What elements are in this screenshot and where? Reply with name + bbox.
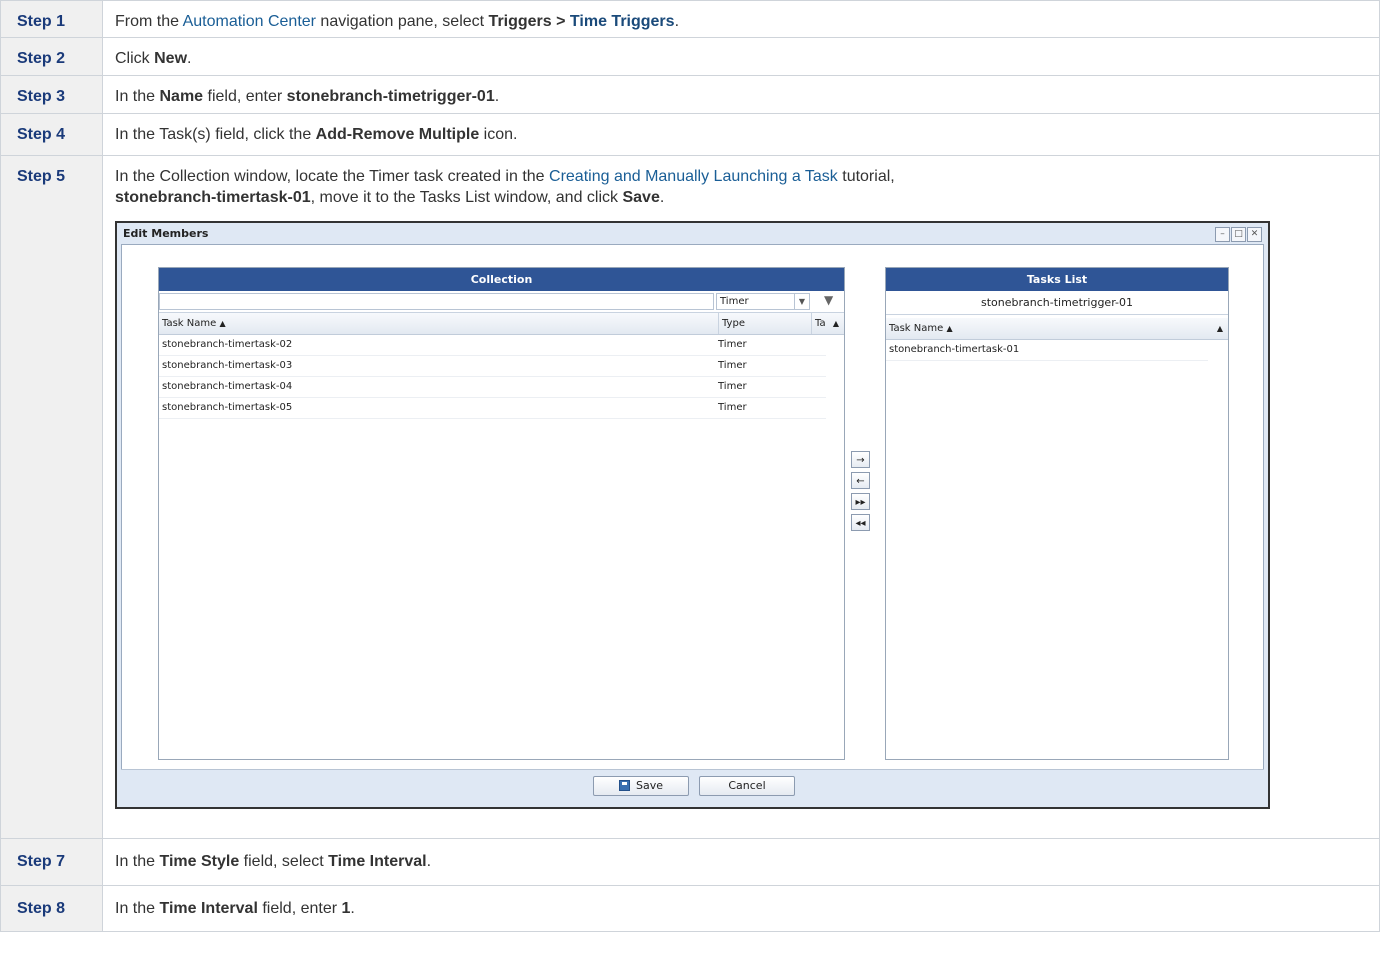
collection-column-header: Task Name ▲ Type Ta ▲ bbox=[159, 313, 844, 335]
type-filter-value: Timer bbox=[720, 296, 749, 307]
move-right-button[interactable]: → bbox=[851, 451, 870, 468]
minimize-icon[interactable]: – bbox=[1215, 227, 1230, 242]
tasks-list-header: Tasks List bbox=[886, 268, 1228, 291]
move-all-right-button[interactable]: ▸▸ bbox=[851, 493, 870, 510]
table-row[interactable]: stonebranch-timertask-02 Timer bbox=[159, 335, 826, 356]
tasks-column-header: Task Name ▲ ▲ bbox=[886, 318, 1228, 340]
trigger-name-label: stonebranch-timetrigger-01 bbox=[886, 291, 1228, 315]
column-task-name[interactable]: Task Name ▲ bbox=[889, 318, 953, 339]
sort-asc-icon: ▲ bbox=[946, 324, 953, 333]
step-row: Step 2 Click New. bbox=[0, 37, 1380, 76]
maximize-icon[interactable]: □ bbox=[1231, 227, 1246, 242]
dialog-body: Collection Timer ▼ ▼ Task Name ▲ Type Ta … bbox=[121, 244, 1264, 786]
column-type[interactable]: Type bbox=[718, 313, 812, 334]
step-row: Step 3 In the Name field, enter stonebra… bbox=[0, 75, 1380, 114]
window-controls: – □ ✕ bbox=[1215, 227, 1262, 242]
step-text: In the Time Style field, select Time Int… bbox=[102, 838, 1380, 886]
step-label: Step 5 bbox=[0, 155, 103, 839]
step-row: Step 1 From the Automation Center naviga… bbox=[0, 0, 1380, 38]
step-row: Step 4 In the Task(s) field, click the A… bbox=[0, 113, 1380, 156]
save-button[interactable]: Save bbox=[593, 776, 689, 796]
table-row[interactable]: stonebranch-timertask-03 Timer bbox=[159, 356, 826, 377]
table-row[interactable]: stonebranch-timertask-01 bbox=[886, 340, 1208, 361]
step-text: In the Name field, enter stonebranch-tim… bbox=[102, 75, 1380, 114]
sort-asc-icon: ▲ bbox=[219, 319, 226, 328]
scroll-up-icon[interactable]: ▲ bbox=[1217, 318, 1223, 339]
collection-search-input[interactable] bbox=[159, 293, 714, 310]
collection-panel: Collection Timer ▼ ▼ Task Name ▲ Type Ta … bbox=[158, 267, 845, 760]
filter-icon[interactable]: ▼ bbox=[824, 293, 833, 307]
step-label: Step 2 bbox=[0, 37, 103, 76]
step-text: In the Collection window, locate the Tim… bbox=[102, 155, 1380, 839]
dialog-footer: Save Cancel bbox=[121, 769, 1264, 803]
collection-header: Collection bbox=[159, 268, 844, 291]
scroll-up-icon[interactable]: ▲ bbox=[833, 313, 839, 334]
step-label: Step 7 bbox=[0, 838, 103, 886]
step-text: In the Time Interval field, enter 1. bbox=[102, 885, 1380, 932]
step-label: Step 3 bbox=[0, 75, 103, 114]
steps-table: Step 1 From the Automation Center naviga… bbox=[0, 0, 1380, 932]
type-filter-select[interactable]: Timer ▼ bbox=[716, 293, 810, 310]
column-truncated[interactable]: Ta bbox=[811, 313, 825, 334]
time-triggers-link[interactable]: Time Triggers bbox=[570, 13, 675, 30]
cancel-button[interactable]: Cancel bbox=[699, 776, 795, 796]
tasks-list-panel: Tasks List stonebranch-timetrigger-01 Ta… bbox=[885, 267, 1229, 760]
step-row: Step 8 In the Time Interval field, enter… bbox=[0, 885, 1380, 932]
step-row: Step 7 In the Time Style field, select T… bbox=[0, 838, 1380, 886]
column-task-name[interactable]: Task Name ▲ bbox=[162, 313, 226, 334]
move-buttons: → ← ▸▸ ◂◂ bbox=[851, 451, 870, 531]
close-icon[interactable]: ✕ bbox=[1247, 227, 1262, 242]
table-row[interactable]: stonebranch-timertask-04 Timer bbox=[159, 377, 826, 398]
dialog-title: Edit Members bbox=[123, 227, 209, 240]
step-text: From the Automation Center navigation pa… bbox=[102, 0, 1380, 38]
move-left-button[interactable]: ← bbox=[851, 472, 870, 489]
step-text: Click New. bbox=[102, 37, 1380, 76]
step-label: Step 1 bbox=[0, 0, 103, 38]
step-label: Step 8 bbox=[0, 885, 103, 932]
creating-task-tutorial-link[interactable]: Creating and Manually Launching a Task bbox=[549, 168, 838, 185]
automation-center-link[interactable]: Automation Center bbox=[183, 13, 316, 30]
chevron-down-icon: ▼ bbox=[794, 294, 809, 309]
step-text: In the Task(s) field, click the Add-Remo… bbox=[102, 113, 1380, 156]
move-all-left-button[interactable]: ◂◂ bbox=[851, 514, 870, 531]
step-row: Step 5 In the Collection window, locate … bbox=[0, 155, 1380, 839]
collection-filter-row: Timer ▼ ▼ bbox=[159, 291, 844, 313]
save-icon bbox=[618, 780, 630, 791]
edit-members-screenshot: Edit Members – □ ✕ Collection Timer ▼ ▼ bbox=[115, 221, 1270, 809]
table-row[interactable]: stonebranch-timertask-05 Timer bbox=[159, 398, 826, 419]
step-label: Step 4 bbox=[0, 113, 103, 156]
